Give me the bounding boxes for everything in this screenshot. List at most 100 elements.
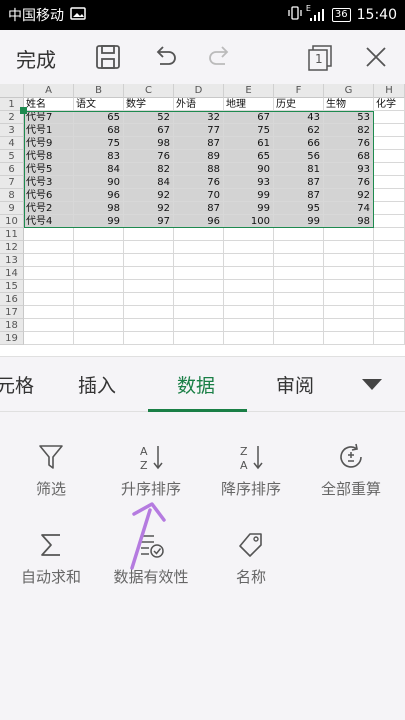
cell[interactable] — [274, 280, 324, 293]
recalculate-button[interactable]: 全部重算 — [301, 442, 401, 499]
cell[interactable] — [274, 228, 324, 241]
cell[interactable] — [374, 306, 405, 319]
cell[interactable]: 代号1 — [24, 124, 74, 137]
cell[interactable] — [174, 228, 224, 241]
row-header[interactable]: 16 — [0, 293, 24, 306]
cell[interactable]: 76 — [124, 150, 174, 163]
cell[interactable] — [74, 293, 124, 306]
cell[interactable] — [374, 150, 405, 163]
save-icon[interactable] — [93, 42, 123, 72]
cell[interactable] — [74, 267, 124, 280]
cell[interactable]: 87 — [274, 176, 324, 189]
cell[interactable]: 65 — [74, 111, 124, 124]
close-icon[interactable] — [361, 42, 391, 72]
cell[interactable]: 92 — [324, 189, 374, 202]
row-header[interactable]: 12 — [0, 241, 24, 254]
row-header[interactable]: 7 — [0, 176, 24, 189]
cell[interactable]: 84 — [124, 176, 174, 189]
cell[interactable]: 67 — [124, 124, 174, 137]
cell[interactable] — [74, 254, 124, 267]
cell[interactable] — [174, 332, 224, 345]
cell[interactable] — [74, 306, 124, 319]
cell[interactable] — [374, 202, 405, 215]
define-name-button[interactable]: 名称 — [201, 530, 301, 587]
column-header-h[interactable]: H — [374, 84, 405, 98]
cell[interactable] — [224, 319, 274, 332]
cell[interactable]: 97 — [124, 215, 174, 228]
cell[interactable] — [374, 319, 405, 332]
cell[interactable] — [74, 332, 124, 345]
autosum-button[interactable]: 自动求和 — [1, 530, 101, 587]
row-header[interactable]: 10 — [0, 215, 24, 228]
cell[interactable] — [174, 280, 224, 293]
cell[interactable] — [374, 163, 405, 176]
cell[interactable] — [74, 319, 124, 332]
cell[interactable]: 68 — [74, 124, 124, 137]
cell[interactable]: 56 — [274, 150, 324, 163]
cell[interactable]: 76 — [324, 176, 374, 189]
cell[interactable]: 82 — [324, 124, 374, 137]
cell[interactable] — [124, 332, 174, 345]
cell[interactable] — [274, 254, 324, 267]
cell[interactable]: 96 — [174, 215, 224, 228]
row-header[interactable]: 17 — [0, 306, 24, 319]
cell[interactable]: 代号2 — [24, 202, 74, 215]
row-header[interactable]: 3 — [0, 124, 24, 137]
cell[interactable]: 98 — [74, 202, 124, 215]
cell[interactable] — [224, 306, 274, 319]
tab-data[interactable]: 数据 — [177, 371, 215, 398]
cell[interactable]: 75 — [224, 124, 274, 137]
cell[interactable] — [124, 280, 174, 293]
cell[interactable] — [274, 306, 324, 319]
cell[interactable] — [74, 228, 124, 241]
tab-review[interactable]: 审阅 — [276, 371, 314, 398]
column-header-e[interactable]: E — [224, 84, 274, 98]
row-header[interactable]: 8 — [0, 189, 24, 202]
cell[interactable]: 代号5 — [24, 163, 74, 176]
cell[interactable]: 87 — [274, 189, 324, 202]
column-header-c[interactable]: C — [124, 84, 174, 98]
cell[interactable]: 代号4 — [24, 215, 74, 228]
cell[interactable]: 代号3 — [24, 176, 74, 189]
row-header[interactable]: 6 — [0, 163, 24, 176]
column-header-b[interactable]: B — [74, 84, 124, 98]
cell[interactable]: 82 — [124, 163, 174, 176]
cell[interactable] — [174, 306, 224, 319]
row-header[interactable]: 11 — [0, 228, 24, 241]
cell[interactable] — [174, 254, 224, 267]
cell[interactable]: 99 — [74, 215, 124, 228]
cell[interactable] — [324, 293, 374, 306]
cell[interactable] — [174, 319, 224, 332]
cell[interactable]: 62 — [274, 124, 324, 137]
cell[interactable]: 99 — [224, 189, 274, 202]
column-header-g[interactable]: G — [324, 84, 374, 98]
cell[interactable] — [224, 241, 274, 254]
cell[interactable]: 52 — [124, 111, 174, 124]
cell[interactable]: 67 — [224, 111, 274, 124]
cell[interactable] — [374, 137, 405, 150]
cell[interactable] — [374, 215, 405, 228]
cell[interactable] — [24, 306, 74, 319]
cell[interactable]: 数学 — [124, 98, 174, 111]
cell[interactable] — [274, 332, 324, 345]
cell[interactable] — [374, 293, 405, 306]
cell[interactable] — [374, 254, 405, 267]
cell[interactable]: 32 — [174, 111, 224, 124]
row-header[interactable]: 5 — [0, 150, 24, 163]
cell[interactable]: 76 — [324, 137, 374, 150]
cell[interactable] — [174, 293, 224, 306]
select-all-corner[interactable] — [0, 84, 24, 98]
cell[interactable]: 93 — [324, 163, 374, 176]
cell[interactable] — [324, 280, 374, 293]
redo-icon[interactable] — [205, 42, 235, 72]
cell[interactable]: 66 — [274, 137, 324, 150]
cell[interactable] — [24, 280, 74, 293]
cell[interactable]: 语文 — [74, 98, 124, 111]
cell[interactable]: 43 — [274, 111, 324, 124]
cell[interactable] — [374, 111, 405, 124]
cell[interactable]: 代号7 — [24, 111, 74, 124]
row-header[interactable]: 13 — [0, 254, 24, 267]
cell[interactable] — [324, 332, 374, 345]
cell[interactable]: 外语 — [174, 98, 224, 111]
cell[interactable] — [24, 241, 74, 254]
